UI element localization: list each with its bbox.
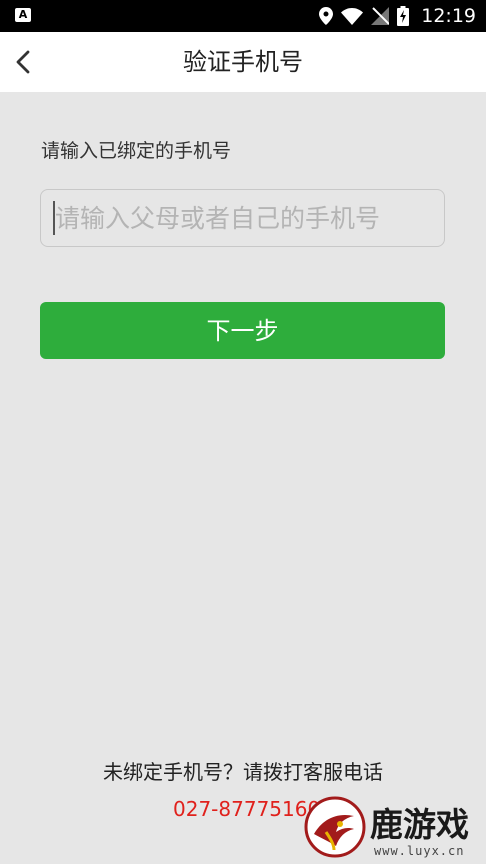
notification-area: A <box>15 8 31 22</box>
support-phone-link[interactable]: 027-87775160 <box>173 797 320 821</box>
status-time: 12:19 <box>421 5 476 27</box>
battery-charging-icon <box>397 6 410 26</box>
watermark-name: 鹿游戏 <box>370 805 469 844</box>
page-title: 验证手机号 <box>183 48 303 76</box>
status-icons: 12:19 <box>319 0 476 32</box>
text-cursor <box>53 201 55 235</box>
phone-input[interactable] <box>40 189 445 247</box>
app-bar: 验证手机号 <box>0 32 486 92</box>
no-sim-icon <box>371 7 390 25</box>
next-button[interactable]: 下一步 <box>40 302 445 359</box>
phone-prompt-label: 请输入已绑定的手机号 <box>41 140 232 162</box>
watermark-url: www.luyx.cn <box>374 844 465 858</box>
deer-logo-icon <box>304 796 366 858</box>
watermark: 鹿游戏 www.luyx.cn <box>300 792 486 864</box>
status-bar: A 12:19 <box>0 0 486 32</box>
wifi-icon <box>341 7 364 25</box>
location-icon <box>319 7 334 25</box>
a-icon: A <box>15 8 31 22</box>
help-text: 未绑定手机号？请拨打客服电话 <box>103 760 383 784</box>
